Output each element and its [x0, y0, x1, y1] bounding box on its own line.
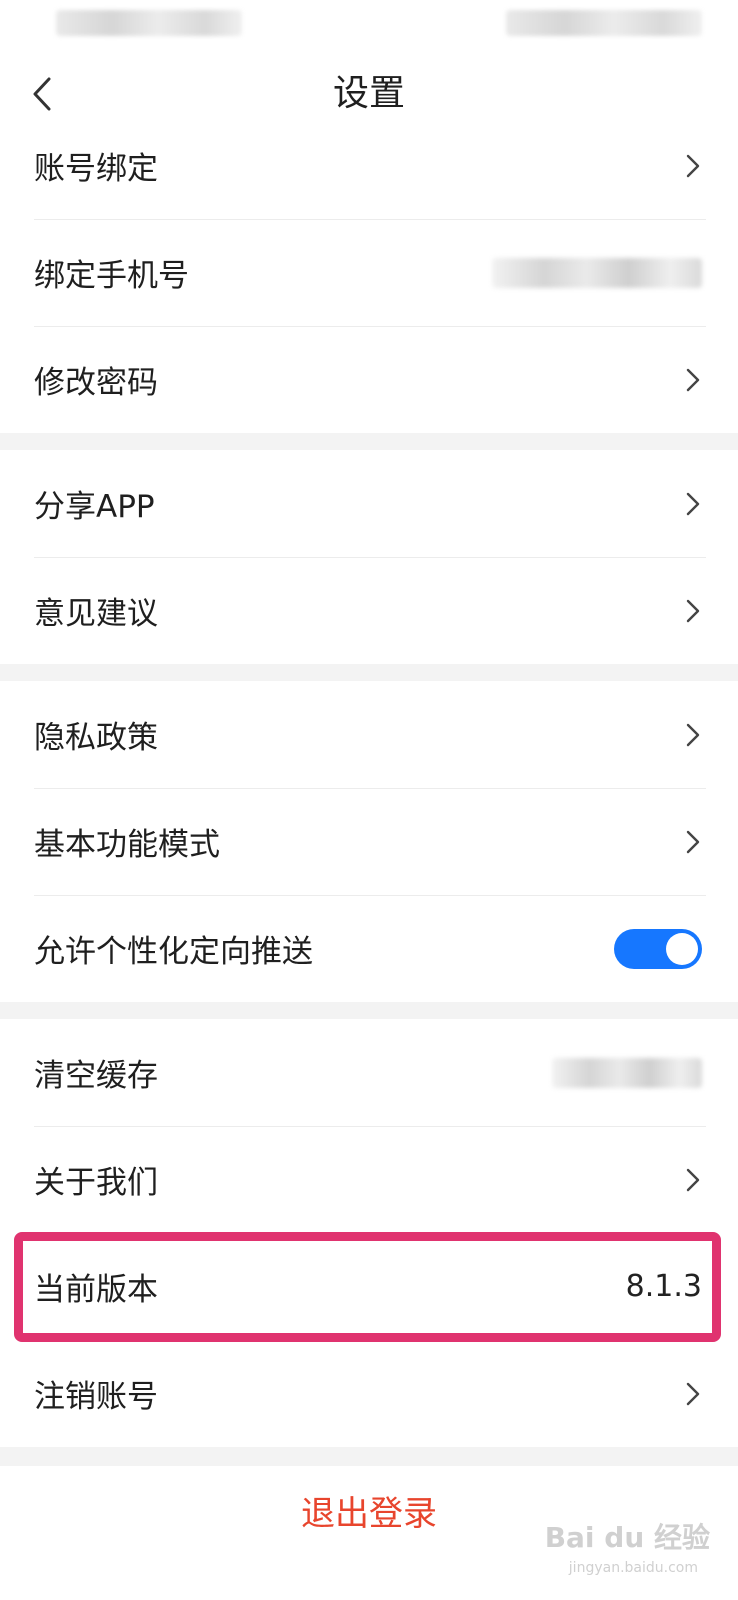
- row-label: 当前版本: [34, 1272, 158, 1308]
- row-label: 分享APP: [34, 489, 155, 525]
- row-label: 注销账号: [34, 1379, 158, 1415]
- phone-number-blurred: [492, 257, 702, 288]
- row-bind-phone[interactable]: 绑定手机号: [0, 219, 738, 326]
- chevron-right-icon: [684, 828, 702, 856]
- row-about-us[interactable]: 关于我们: [0, 1126, 738, 1233]
- chevron-right-icon: [684, 721, 702, 749]
- chevron-right-icon: [684, 1380, 702, 1408]
- version-value: 8.1.3: [625, 1269, 702, 1304]
- row-basic-mode[interactable]: 基本功能模式: [0, 788, 738, 895]
- account-section: 账号绑定 绑定手机号 修改密码: [0, 112, 738, 433]
- chevron-right-icon: [684, 490, 702, 518]
- row-label: 意见建议: [34, 596, 158, 632]
- row-clear-cache[interactable]: 清空缓存: [0, 1019, 738, 1126]
- watermark-url: jingyan.baidu.com: [568, 1560, 698, 1576]
- row-change-password[interactable]: 修改密码: [0, 326, 738, 433]
- row-label: 关于我们: [34, 1165, 158, 1201]
- status-bar-right-blurred: [506, 10, 702, 36]
- chevron-right-icon: [684, 597, 702, 625]
- page-title: 设置: [332, 73, 405, 114]
- row-bind-account[interactable]: 账号绑定: [0, 112, 738, 219]
- cache-size-blurred: [552, 1057, 702, 1088]
- row-label: 隐私政策: [34, 720, 158, 756]
- row-deactivate-account[interactable]: 注销账号: [0, 1340, 738, 1447]
- row-personalized-push: 允许个性化定向推送: [0, 895, 738, 1002]
- row-share-app[interactable]: 分享APP: [0, 450, 738, 557]
- personalized-push-toggle[interactable]: [614, 928, 702, 969]
- chevron-right-icon: [684, 1166, 702, 1194]
- row-feedback[interactable]: 意见建议: [0, 557, 738, 664]
- row-label: 修改密码: [34, 365, 158, 401]
- share-section: 分享APP 意见建议: [0, 450, 738, 664]
- chevron-right-icon: [684, 366, 702, 394]
- row-label: 清空缓存: [34, 1058, 158, 1094]
- watermark-logo: Bai du 经验: [544, 1521, 710, 1554]
- row-label: 允许个性化定向推送: [34, 934, 313, 970]
- status-bar: [0, 0, 738, 44]
- toggle-knob: [666, 932, 698, 965]
- row-label: 绑定手机号: [34, 258, 189, 294]
- misc-section: 清空缓存 关于我们 当前版本 8.1.3 注销账号: [0, 1019, 738, 1447]
- privacy-section: 隐私政策 基本功能模式 允许个性化定向推送: [0, 681, 738, 1002]
- status-bar-left-blurred: [56, 10, 242, 36]
- chevron-right-icon: [684, 152, 702, 180]
- row-current-version: 当前版本 8.1.3: [0, 1233, 738, 1340]
- row-label: 基本功能模式: [34, 827, 220, 863]
- row-privacy-policy[interactable]: 隐私政策: [0, 681, 738, 788]
- row-label: 账号绑定: [34, 151, 158, 187]
